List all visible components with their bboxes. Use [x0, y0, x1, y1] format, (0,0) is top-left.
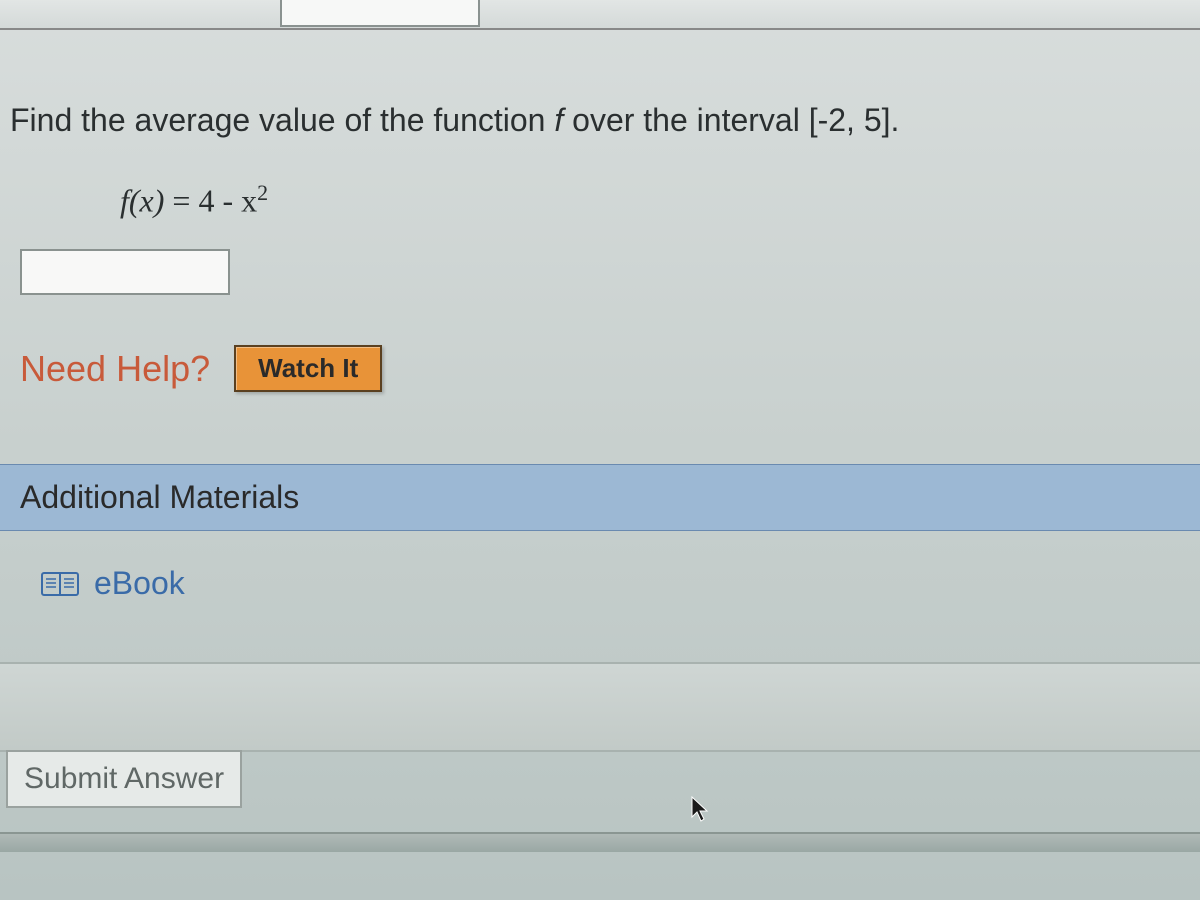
formula-rhs-base: 4 - x [198, 182, 257, 218]
ebook-link[interactable]: eBook [40, 565, 1200, 602]
prompt-prefix: Find the average value of the function [10, 102, 554, 138]
submit-area: Submit Answer [0, 752, 1200, 808]
formula-equals: = [164, 182, 198, 218]
separator-band [0, 662, 1200, 752]
top-input-fragment [280, 0, 480, 27]
watch-it-button[interactable]: Watch It [234, 345, 382, 392]
top-toolbar-fragment [0, 0, 1200, 30]
book-icon [40, 569, 80, 599]
need-help-label: Need Help? [20, 348, 210, 390]
additional-materials-label: Additional Materials [20, 479, 299, 515]
function-symbol: f [554, 102, 563, 138]
bottom-band [0, 832, 1200, 852]
submit-answer-button[interactable]: Submit Answer [6, 750, 242, 808]
answer-input[interactable] [20, 249, 230, 295]
question-area: Find the average value of the function f… [0, 30, 1200, 422]
additional-materials-header: Additional Materials [0, 464, 1200, 531]
formula: f(x) = 4 - x2 [120, 180, 1190, 220]
formula-rhs-exp: 2 [257, 180, 268, 205]
ebook-label: eBook [94, 565, 185, 602]
formula-lhs: f(x) [120, 182, 164, 218]
prompt-suffix: . [891, 102, 900, 138]
need-help-row: Need Help? Watch It [20, 345, 1190, 392]
prompt-middle: over the interval [563, 102, 808, 138]
interval-text: [-2, 5] [809, 102, 891, 138]
question-prompt: Find the average value of the function f… [10, 100, 1190, 142]
